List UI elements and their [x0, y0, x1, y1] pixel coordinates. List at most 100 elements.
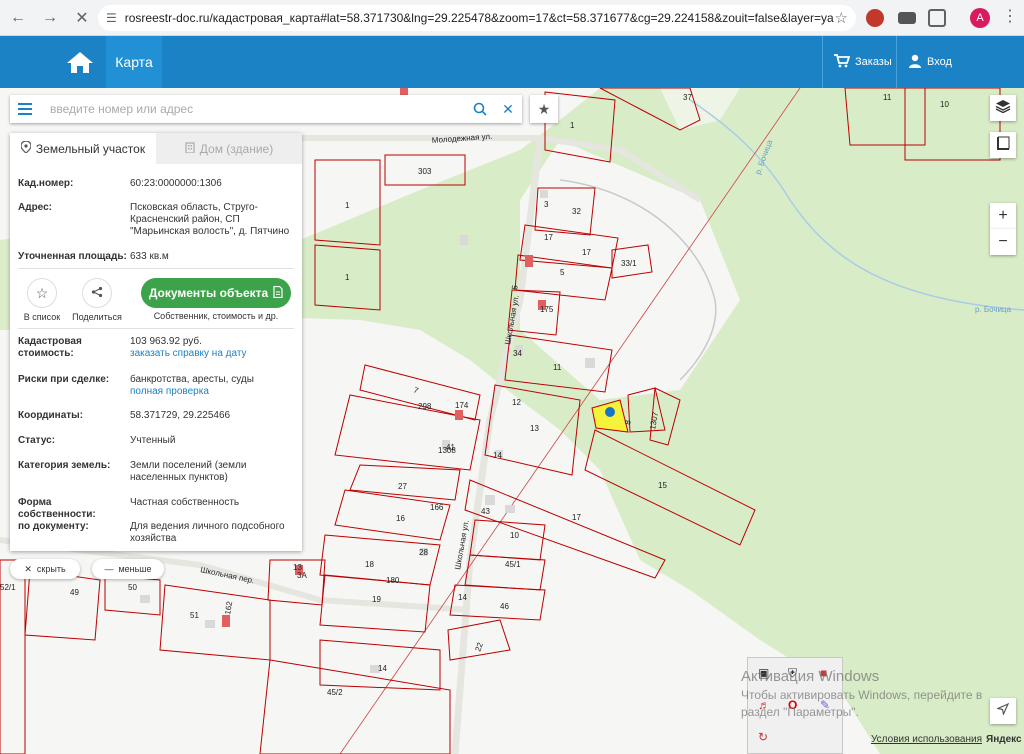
bookmark-star-icon[interactable]: ☆	[835, 9, 848, 27]
plot-number-label: 10	[510, 531, 519, 540]
documents-sublabel: Собственник, стоимость и др.	[153, 311, 279, 321]
collapse-panel-button[interactable]: — меньше	[92, 559, 164, 579]
zoom-out-button[interactable]: −	[990, 229, 1016, 255]
search-input[interactable]	[40, 96, 466, 122]
favorites-star-icon[interactable]: ★	[530, 95, 558, 123]
building-footprint	[505, 505, 515, 513]
avatar[interactable]: A	[970, 8, 990, 28]
bydoc-value: Для ведения личного подсобного хозяйства	[130, 521, 285, 544]
street-name-label: Школьная пер.	[200, 565, 256, 585]
close-icon: ✕	[24, 563, 32, 574]
add-to-list-button[interactable]: ☆	[27, 278, 57, 308]
building-footprint	[485, 495, 495, 505]
less-label: меньше	[118, 564, 152, 574]
minus-icon: −	[998, 233, 1008, 250]
watermark-line: Чтобы активировать Windows, перейдите в	[741, 688, 983, 702]
plot-number-label: 45/1	[505, 560, 521, 569]
extension-icon[interactable]	[898, 12, 916, 24]
user-icon	[908, 54, 922, 71]
plot-number-label: 16	[396, 514, 405, 523]
zoom-in-button[interactable]: +	[990, 203, 1016, 229]
watermark-line: раздел "Параметры".	[741, 705, 859, 719]
pin-icon	[20, 140, 32, 156]
risks-row: Риски при сделке: банкротства, аресты, с…	[18, 374, 294, 398]
risks-block: банкротства, аресты, суды полная проверк…	[130, 374, 294, 398]
search-bar: ✕	[10, 95, 522, 123]
plot-number-label: 45/2	[327, 688, 343, 697]
location-pin-icon	[605, 407, 615, 417]
terms-link[interactable]: Условия использования	[871, 734, 982, 745]
hide-panel-button[interactable]: ✕ скрыть	[10, 559, 80, 579]
browser-menu-icon[interactable]: ⋮	[1002, 6, 1018, 26]
hide-label: скрыть	[36, 564, 66, 574]
building-footprint	[222, 615, 230, 627]
home-icon[interactable]	[56, 36, 104, 88]
plot-number-label: 41	[446, 443, 455, 452]
share-button[interactable]	[82, 278, 112, 308]
close-icon[interactable]: ✕	[68, 4, 96, 32]
forward-icon[interactable]: →	[36, 4, 64, 32]
building-footprint	[455, 410, 463, 420]
tab-map[interactable]: Карта	[106, 36, 162, 88]
plot-number-label: 33/1	[621, 259, 637, 268]
coords-value: 58.371729, 29.225466	[130, 410, 231, 421]
extension-icon[interactable]	[866, 9, 884, 27]
tab-land-plot[interactable]: Земельный участок	[10, 133, 156, 164]
cadnum-link[interactable]: 60:23:0000000:1306	[130, 178, 294, 190]
add-to-list-label: В список	[23, 312, 61, 322]
back-icon[interactable]: ←	[4, 4, 32, 32]
ownership-value: Частная собственность	[130, 497, 240, 508]
ruler-button[interactable]	[990, 132, 1016, 158]
order-certificate-link[interactable]: заказать справку на дату	[130, 348, 247, 359]
field-label: Кад.номер:	[18, 178, 74, 189]
orders-button[interactable]: Заказы	[834, 36, 892, 88]
plot-number-label: 10	[940, 100, 949, 109]
clear-icon[interactable]: ✕	[494, 95, 522, 123]
full-check-link[interactable]: полная проверка	[130, 386, 209, 397]
plot-number-label: 52/1	[0, 583, 16, 592]
divider	[18, 268, 294, 269]
extensions-puzzle-icon[interactable]	[928, 9, 946, 27]
tab-building-label: Дом (здание)	[199, 141, 274, 156]
status-value: Учтенный	[130, 435, 176, 446]
plot-number-label: 15	[658, 481, 667, 490]
plot-number-label: 17	[572, 513, 581, 522]
search-icon[interactable]	[466, 95, 494, 123]
address-row: Адрес: Псковская область, Струго-Краснен…	[18, 202, 294, 238]
address-bar[interactable]: ☰ rosreestr-doc.ru/кадастровая_карта#lat…	[98, 5, 856, 31]
area-row: Уточненная площадь: 633 кв.м	[18, 251, 294, 263]
building-footprint	[140, 595, 150, 603]
plot-number-label: 19	[372, 595, 381, 604]
star-icon: ☆	[35, 284, 49, 301]
plot-number-label: 28	[419, 548, 428, 557]
field-label: Координаты:	[18, 410, 84, 421]
layers-button[interactable]	[990, 95, 1016, 121]
risks-value: банкротства, аресты, суды	[130, 374, 254, 385]
login-button[interactable]: Вход	[908, 36, 952, 88]
parcel	[319, 534, 441, 586]
building-footprint	[540, 190, 548, 198]
windows-activation-watermark: Активация Windows Чтобы активировать Win…	[741, 668, 982, 719]
plot-number-label: 1	[345, 201, 350, 210]
plot-number-label: 298	[418, 402, 432, 411]
field-label: Кадастровая стоимость:	[18, 336, 82, 359]
category-row: Категория земель: Земли поселений (земли…	[18, 460, 294, 484]
plot-number-label: 49	[70, 588, 79, 597]
geolocation-button[interactable]	[990, 698, 1016, 724]
sync-icon[interactable]: ↻	[758, 730, 768, 744]
plot-number-label: 13	[530, 424, 539, 433]
plot-number-label: 46	[500, 602, 509, 611]
plot-number-label: 174	[455, 401, 469, 410]
plot-number-label: 17	[582, 248, 591, 257]
tab-building[interactable]: Дом (здание)	[156, 133, 302, 164]
site-info-icon[interactable]: ☰	[106, 11, 117, 25]
field-label: Форма собственности:	[18, 497, 96, 520]
parcel	[469, 519, 546, 561]
documents-button[interactable]: Документы объекта	[141, 278, 291, 308]
yandex-logo[interactable]: Яндекс	[986, 734, 1022, 745]
menu-icon[interactable]	[10, 95, 40, 123]
plot-number-label: 7	[412, 385, 420, 395]
parcel	[24, 569, 101, 641]
plot-number-label: 50	[128, 583, 137, 592]
login-label: Вход	[927, 56, 952, 68]
